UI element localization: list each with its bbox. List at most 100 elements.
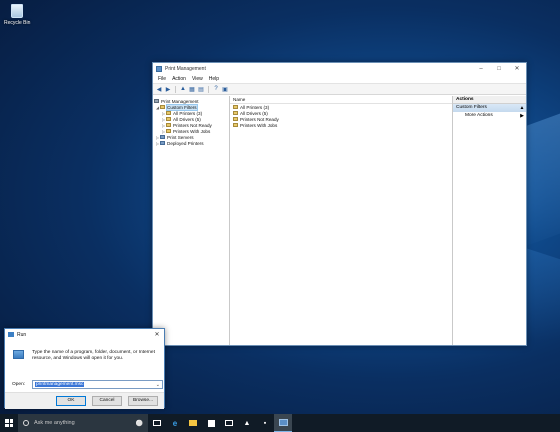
tree-label: All Drivers (5) xyxy=(173,116,201,122)
export-list-icon[interactable]: ▤ xyxy=(197,85,205,93)
open-label: Open: xyxy=(12,382,26,387)
store-icon xyxy=(207,419,215,427)
filter-icon xyxy=(233,117,238,121)
window-title: Print Management xyxy=(165,66,206,72)
run-footer: OK Cancel Browse... xyxy=(5,392,164,409)
deployed-printers-icon xyxy=(160,141,165,145)
edge-icon: e xyxy=(172,418,178,428)
properties-icon[interactable]: ▣ xyxy=(221,85,229,93)
run-dialog: Run ✕ Type the name of a program, folder… xyxy=(4,328,165,409)
app-icon: ▲ xyxy=(243,419,251,427)
app-icon: ▪ xyxy=(263,419,267,427)
list-item-label: Printers Not Ready xyxy=(240,116,279,122)
maximize-icon[interactable]: □ xyxy=(490,63,508,75)
run-titlebar[interactable]: Run ✕ xyxy=(5,329,164,340)
run-title: Run xyxy=(17,331,27,338)
menu-file[interactable]: File xyxy=(155,76,169,82)
open-input-value[interactable]: printmanagement.msc xyxy=(35,382,85,387)
actions-section-custom-filters[interactable]: Custom Filters ▲ xyxy=(453,104,526,112)
window-titlebar[interactable]: Print Management – □ ✕ xyxy=(153,63,526,75)
file-explorer-button[interactable] xyxy=(184,414,202,432)
windows-logo-icon xyxy=(5,419,13,427)
start-button[interactable] xyxy=(0,414,18,432)
edge-button[interactable]: e xyxy=(166,414,184,432)
recycle-bin-desktop-icon[interactable]: Recycle Bin xyxy=(4,4,30,26)
menu-action[interactable]: Action xyxy=(169,76,189,82)
search-icon xyxy=(23,420,29,426)
microphone-icon[interactable]: ⚪ xyxy=(136,420,143,427)
pinned-app-button[interactable]: ▪ xyxy=(256,414,274,432)
help-icon[interactable]: ? xyxy=(212,85,220,93)
toolbar-separator xyxy=(175,85,176,93)
filter-icon xyxy=(166,117,171,121)
run-body: Type the name of a program, folder, docu… xyxy=(5,340,164,409)
menu-view[interactable]: View xyxy=(189,76,206,82)
close-icon[interactable]: ✕ xyxy=(150,331,164,338)
back-arrow-icon[interactable]: ◀ xyxy=(155,85,163,93)
results-list: Name All Printers (3) All Drivers (5) Pr… xyxy=(230,96,453,345)
tree-label: Print Management xyxy=(161,98,199,104)
action-label: More Actions xyxy=(465,113,493,118)
recycle-bin-icon xyxy=(11,4,23,18)
list-item[interactable]: Printers With Jobs xyxy=(230,122,452,128)
print-management-icon xyxy=(278,419,288,426)
print-management-taskbar-button[interactable] xyxy=(274,414,292,432)
actions-header: Actions xyxy=(453,96,526,104)
list-item-label: All Printers (3) xyxy=(240,104,270,110)
search-placeholder: Ask me anything xyxy=(34,420,75,426)
tree-label: Printers Not Ready xyxy=(173,122,212,128)
tree-label: Print Servers xyxy=(167,134,194,140)
cortana-search-box[interactable]: Ask me anything ⚪ xyxy=(18,414,148,432)
filter-folder-icon xyxy=(160,105,165,109)
submenu-arrow-icon: ▶ xyxy=(520,113,524,119)
filter-icon xyxy=(166,129,171,133)
tree-label: All Printers (3) xyxy=(173,110,203,116)
tree-item-deployed-printers[interactable]: ▷ Deployed Printers xyxy=(153,140,229,146)
column-header-name[interactable]: Name xyxy=(230,97,452,104)
filter-icon xyxy=(233,105,238,109)
run-app-icon xyxy=(8,332,14,337)
toolbar: ◀ ▶ ▲ ▦ ▤ ? ▣ xyxy=(153,84,526,95)
filter-icon xyxy=(233,111,238,115)
list-item-label: Printers With Jobs xyxy=(240,122,278,128)
mail-button[interactable] xyxy=(220,414,238,432)
show-hide-tree-icon[interactable]: ▦ xyxy=(188,85,196,93)
open-combobox[interactable]: printmanagement.msc ⌄ xyxy=(32,380,163,389)
up-folder-icon[interactable]: ▲ xyxy=(179,85,187,93)
print-server-icon xyxy=(160,135,165,139)
forward-arrow-icon[interactable]: ▶ xyxy=(164,85,172,93)
filter-icon xyxy=(166,111,171,115)
browse-button[interactable]: Browse... xyxy=(128,396,158,406)
actions-section-label: Custom Filters xyxy=(456,105,487,110)
minimize-icon[interactable]: – xyxy=(472,63,490,75)
run-program-icon xyxy=(13,350,24,359)
cancel-button[interactable]: Cancel xyxy=(92,396,122,406)
folder-icon xyxy=(189,420,197,426)
ok-button[interactable]: OK xyxy=(56,396,86,406)
mail-icon xyxy=(225,420,233,426)
filter-icon xyxy=(233,123,238,127)
task-view-icon xyxy=(153,420,161,426)
filter-icon xyxy=(166,123,171,127)
tree-label: Deployed Printers xyxy=(167,140,204,146)
collapse-up-icon[interactable]: ▲ xyxy=(518,104,526,112)
taskbar: Ask me anything ⚪ e ▲ ▪ xyxy=(0,414,560,432)
actions-pane: Actions Custom Filters ▲ More Actions ▶ xyxy=(453,96,526,345)
print-management-icon xyxy=(154,99,159,103)
navigation-tree: Print Management ◢ Custom Filters ▷ All … xyxy=(153,96,230,345)
chevron-down-icon[interactable]: ⌄ xyxy=(156,382,160,388)
action-more-actions[interactable]: More Actions ▶ xyxy=(453,112,526,120)
close-icon[interactable]: ✕ xyxy=(508,63,526,75)
store-button[interactable] xyxy=(202,414,220,432)
tree-label: Printers With Jobs xyxy=(173,128,211,134)
run-description: Type the name of a program, folder, docu… xyxy=(32,350,155,361)
pinned-app-button[interactable]: ▲ xyxy=(238,414,256,432)
toolbar-separator xyxy=(208,85,209,93)
task-view-button[interactable] xyxy=(148,414,166,432)
window-body: Print Management ◢ Custom Filters ▷ All … xyxy=(153,96,526,345)
print-management-app-icon xyxy=(156,66,162,72)
tree-label: Custom Filters xyxy=(166,103,198,111)
menu-bar: File Action View Help xyxy=(153,75,526,84)
menu-help[interactable]: Help xyxy=(206,76,222,82)
print-management-window: Print Management – □ ✕ File Action View … xyxy=(152,62,527,346)
